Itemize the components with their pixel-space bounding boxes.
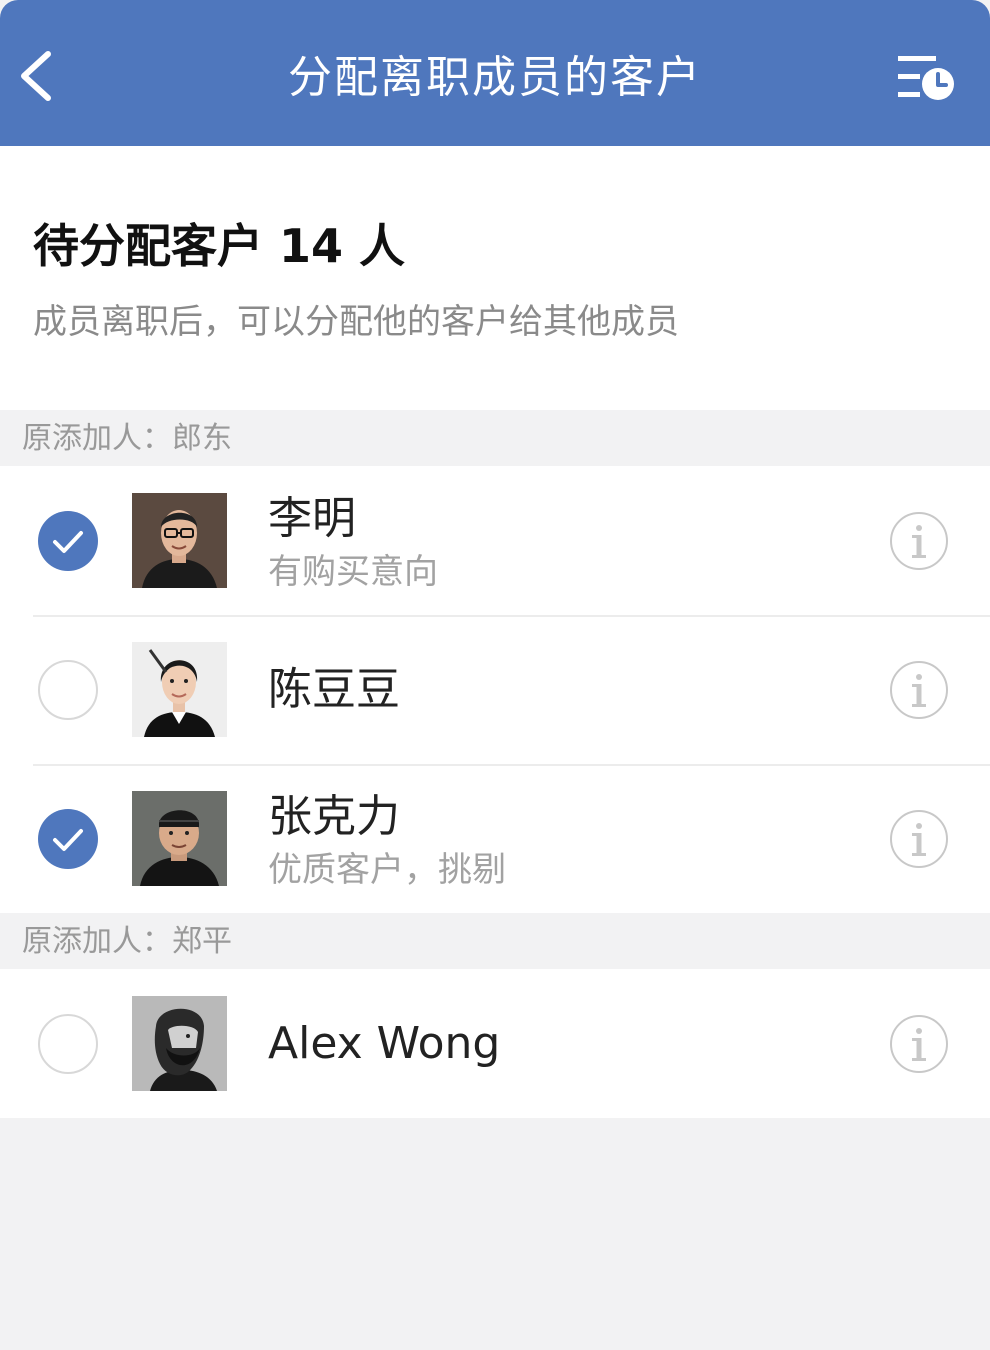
checkmark-icon (53, 829, 83, 851)
chevron-left-icon (21, 51, 51, 101)
customer-row[interactable]: 陈豆豆 (0, 615, 990, 764)
customer-name: 陈豆豆 (268, 664, 400, 715)
customer-name: 李明 (268, 493, 356, 544)
back-button[interactable] (10, 44, 70, 108)
customer-note: 有购买意向 (268, 552, 438, 592)
avatar (132, 996, 227, 1091)
info-button[interactable] (888, 510, 950, 572)
customer-name: Alex Wong (268, 1018, 501, 1069)
customer-name: 张克力 (268, 791, 400, 842)
avatar (132, 791, 227, 886)
checkmark-icon (53, 531, 83, 553)
avatar (132, 642, 227, 737)
info-button[interactable] (888, 1013, 950, 1075)
select-checkbox[interactable] (38, 1014, 98, 1074)
app-screen: 分配离职成员的客户 待分配客户 14 人 成员离职后，可以分配他的客户给其他成员… (0, 0, 990, 1350)
customer-row[interactable]: Alex Wong (0, 969, 990, 1118)
info-button[interactable] (888, 659, 950, 721)
customer-row[interactable]: 李明 有购买意向 (0, 466, 990, 615)
info-icon (890, 661, 948, 719)
customer-list: Alex Wong (0, 969, 990, 1118)
select-checkbox[interactable] (38, 809, 98, 869)
customer-row[interactable]: 张克力 优质客户，挑剔 (0, 764, 990, 913)
avatar (132, 493, 227, 588)
summary-section: 待分配客户 14 人 成员离职后，可以分配他的客户给其他成员 (0, 146, 990, 410)
nav-bar: 分配离职成员的客户 (0, 0, 990, 146)
list-clock-icon (898, 56, 954, 100)
customer-list: 李明 有购买意向 陈豆豆 张克力 优质客户，挑剔 (0, 466, 990, 913)
customer-note: 优质客户，挑剔 (268, 850, 506, 890)
info-icon (890, 1015, 948, 1073)
info-icon (890, 810, 948, 868)
empty-area (0, 1118, 990, 1350)
page-title: 分配离职成员的客户 (288, 52, 702, 103)
group-header: 原添加人：郑平 (0, 913, 990, 969)
group-header: 原添加人：郎东 (0, 410, 990, 466)
select-checkbox[interactable] (38, 511, 98, 571)
info-icon (890, 512, 948, 570)
info-button[interactable] (888, 808, 950, 870)
summary-description: 成员离职后，可以分配他的客户给其他成员 (33, 302, 679, 342)
select-checkbox[interactable] (38, 660, 98, 720)
pending-count-title: 待分配客户 14 人 (33, 219, 406, 273)
history-button[interactable] (896, 50, 958, 104)
